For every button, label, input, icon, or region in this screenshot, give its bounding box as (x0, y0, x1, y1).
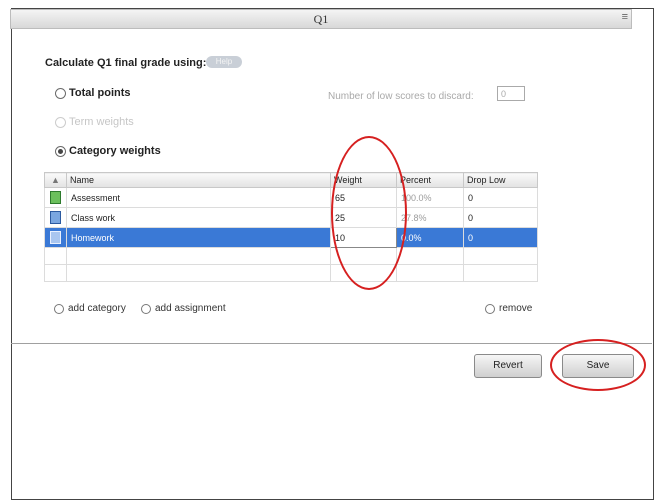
table-header-row: ▲ Name Weight Percent Drop Low (44, 172, 538, 188)
add-icon (141, 303, 151, 314)
row-drop-low[interactable]: 0 (463, 227, 538, 248)
add-category-link[interactable]: add category (54, 303, 126, 314)
row-name[interactable]: Class work (66, 207, 331, 228)
revert-button[interactable]: Revert (474, 354, 542, 378)
table-row[interactable]: Assessment 65 100.0% 0 (44, 187, 538, 208)
row-drop-low[interactable]: 0 (463, 187, 538, 208)
row-name[interactable]: Homework (66, 227, 331, 248)
row-name[interactable]: Assessment (66, 187, 331, 208)
table-row-empty (44, 264, 538, 282)
table-row[interactable]: Class work 25 27.8% 0 (44, 207, 538, 228)
add-icon (54, 303, 64, 314)
low-scores-label: Number of low scores to discard: (328, 91, 474, 102)
calculate-label: Calculate Q1 final grade using: (45, 57, 207, 69)
divider (11, 343, 652, 344)
window-title: Q1 (313, 12, 329, 26)
option-total-points[interactable]: Total points (55, 87, 131, 99)
radio-icon[interactable] (55, 87, 66, 99)
column-header-drop-low[interactable]: Drop Low (463, 172, 538, 188)
category-table: ▲ Name Weight Percent Drop Low Assessmen… (44, 172, 538, 282)
column-header-percent[interactable]: Percent (396, 172, 464, 188)
row-icon-cell (44, 227, 67, 248)
window-title-bar: Q1 ≡ (10, 9, 632, 29)
help-pill-button[interactable]: Help (206, 56, 242, 68)
weight-column-highlight-circle (331, 136, 407, 290)
option-total-points-label: Total points (69, 87, 131, 99)
low-scores-input[interactable]: 0 (497, 86, 525, 101)
option-term-weights-label: Term weights (69, 116, 134, 128)
option-category-weights-label: Category weights (69, 145, 161, 157)
remove-icon (485, 303, 495, 314)
option-term-weights: Term weights (55, 116, 134, 128)
remove-label[interactable]: remove (499, 303, 532, 314)
row-percent: 0.0% (396, 227, 464, 248)
table-row-empty (44, 247, 538, 265)
radio-selected-icon[interactable] (55, 145, 66, 157)
add-category-label[interactable]: add category (68, 303, 126, 314)
radio-icon (55, 116, 66, 128)
row-icon-cell (44, 207, 67, 228)
blue-sheet-icon (50, 211, 61, 224)
row-drop-low[interactable]: 0 (463, 207, 538, 228)
menu-grip-icon[interactable]: ≡ (622, 11, 628, 23)
sort-arrow-icon[interactable]: ▲ (44, 172, 67, 188)
table-row-selected[interactable]: Homework 10 0.0% 0 (44, 227, 538, 248)
column-header-name[interactable]: Name (66, 172, 331, 188)
row-icon-cell (44, 187, 67, 208)
green-sheet-icon (50, 191, 61, 204)
save-highlight-circle (550, 339, 646, 391)
add-assignment-link[interactable]: add assignment (141, 303, 226, 314)
remove-link[interactable]: remove (485, 303, 532, 314)
option-category-weights[interactable]: Category weights (55, 145, 161, 157)
add-assignment-label[interactable]: add assignment (155, 303, 226, 314)
blue-sheet-icon (50, 231, 61, 244)
